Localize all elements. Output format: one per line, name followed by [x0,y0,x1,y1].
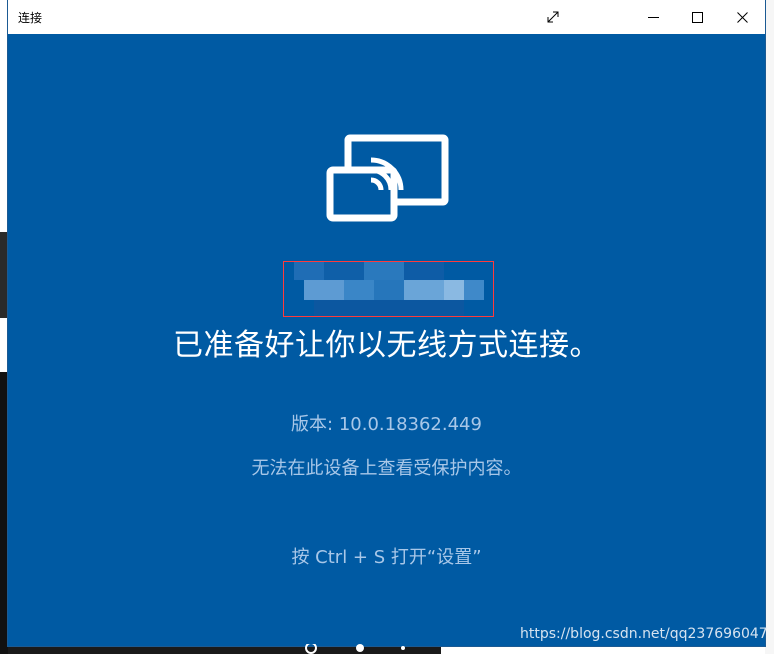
title-bar[interactable]: 连接 [8,0,765,34]
device-name-redacted [283,261,494,317]
background-window-fragment [765,0,774,654]
expand-button[interactable] [530,0,576,34]
version-text: 版本: 10.0.18362.449 [291,414,482,435]
maximize-button[interactable] [674,0,720,34]
taskbar-icons-fragment [305,644,405,654]
close-button[interactable] [719,0,765,34]
settings-shortcut-hint: 按 Ctrl + S 打开“设置” [291,547,482,568]
ready-to-connect-message: 已准备好让你以无线方式连接。 [173,328,600,363]
protected-content-notice: 无法在此设备上查看受保护内容。 [251,458,522,479]
maximize-icon [691,11,703,23]
expand-icon [547,11,559,23]
wireless-display-icon [326,134,449,222]
window-title: 连接 [18,11,43,25]
connect-app-window: 连接 已准备好让你以无线方式连接。 版本: 10.0.18362.449 无法在… [8,0,765,646]
background-window-fragment [0,232,8,318]
watermark: https://blog.csdn.net/qq237696047 [520,626,768,642]
background-window-fragment [0,372,8,654]
close-icon [736,11,748,23]
minimize-button[interactable] [630,0,676,34]
minimize-icon [647,16,659,18]
